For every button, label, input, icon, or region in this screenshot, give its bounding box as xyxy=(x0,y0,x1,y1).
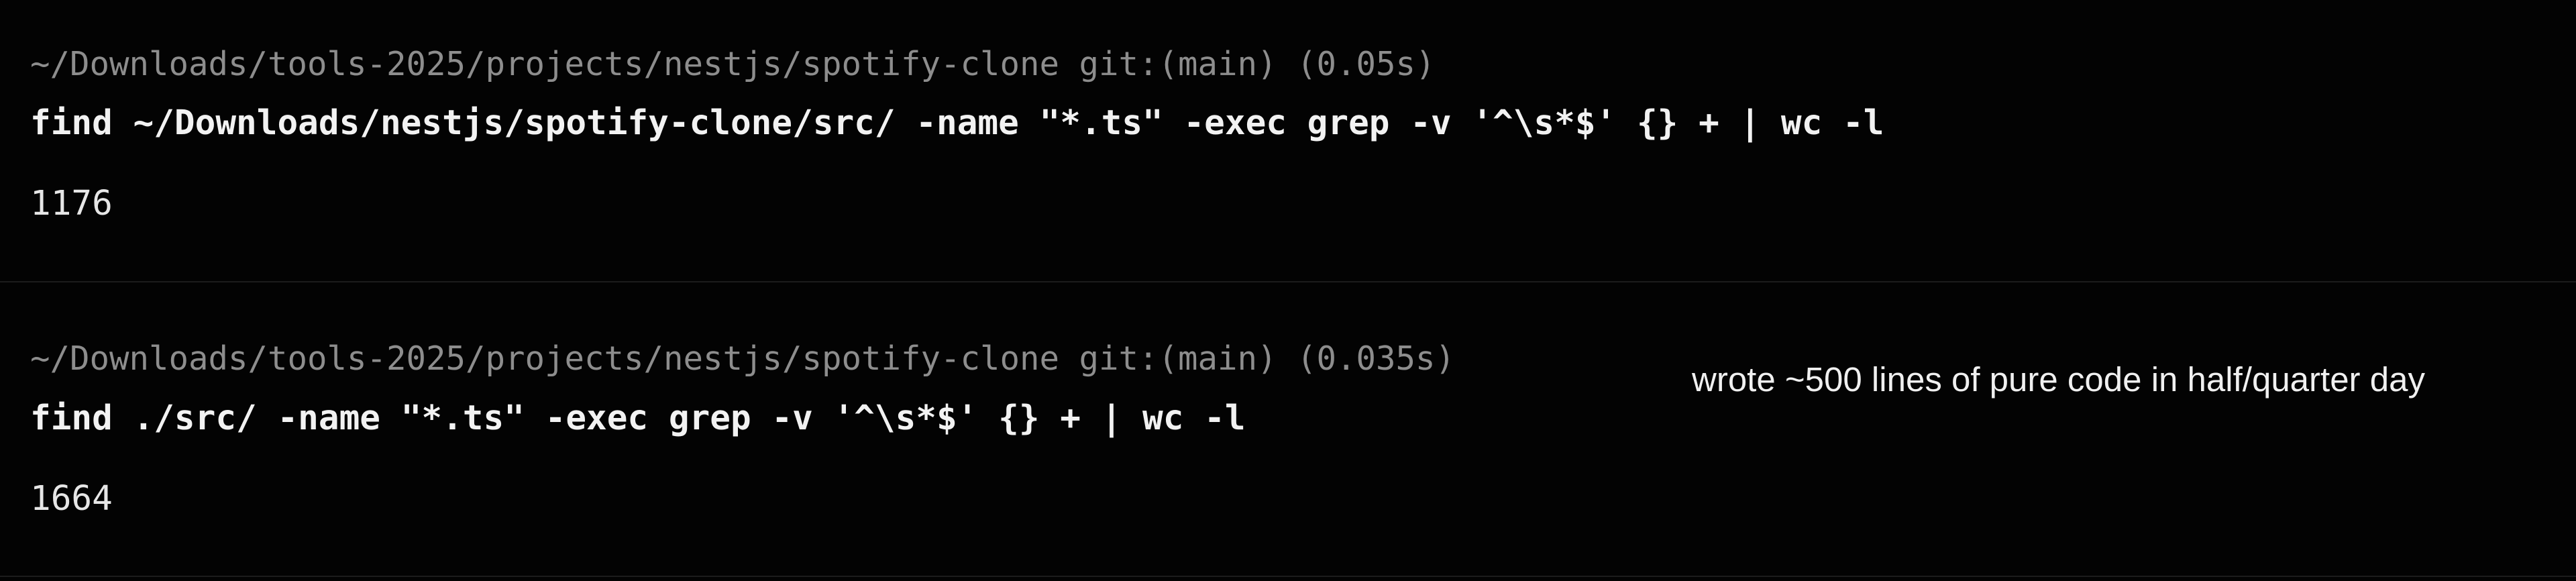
command-block: ~/Downloads/tools-2025/projects/nestjs/s… xyxy=(0,0,2576,282)
prompt-line: ~/Downloads/tools-2025/projects/nestjs/s… xyxy=(30,339,1456,378)
terminal-window: ~/Downloads/tools-2025/projects/nestjs/s… xyxy=(0,0,2576,581)
prompt-line: ~/Downloads/tools-2025/projects/nestjs/s… xyxy=(30,45,1436,83)
annotation-text: wrote ~500 lines of pure code in half/qu… xyxy=(1692,360,2425,399)
block-divider xyxy=(0,576,2576,577)
command-output: 1176 xyxy=(30,184,113,223)
command-line[interactable]: find ./src/ -name "*.ts" -exec grep -v '… xyxy=(30,398,1246,439)
command-line[interactable]: find ~/Downloads/nestjs/spotify-clone/sr… xyxy=(30,103,1884,144)
command-block: ~/Downloads/tools-2025/projects/nestjs/s… xyxy=(0,282,2576,576)
command-output: 1664 xyxy=(30,479,113,519)
